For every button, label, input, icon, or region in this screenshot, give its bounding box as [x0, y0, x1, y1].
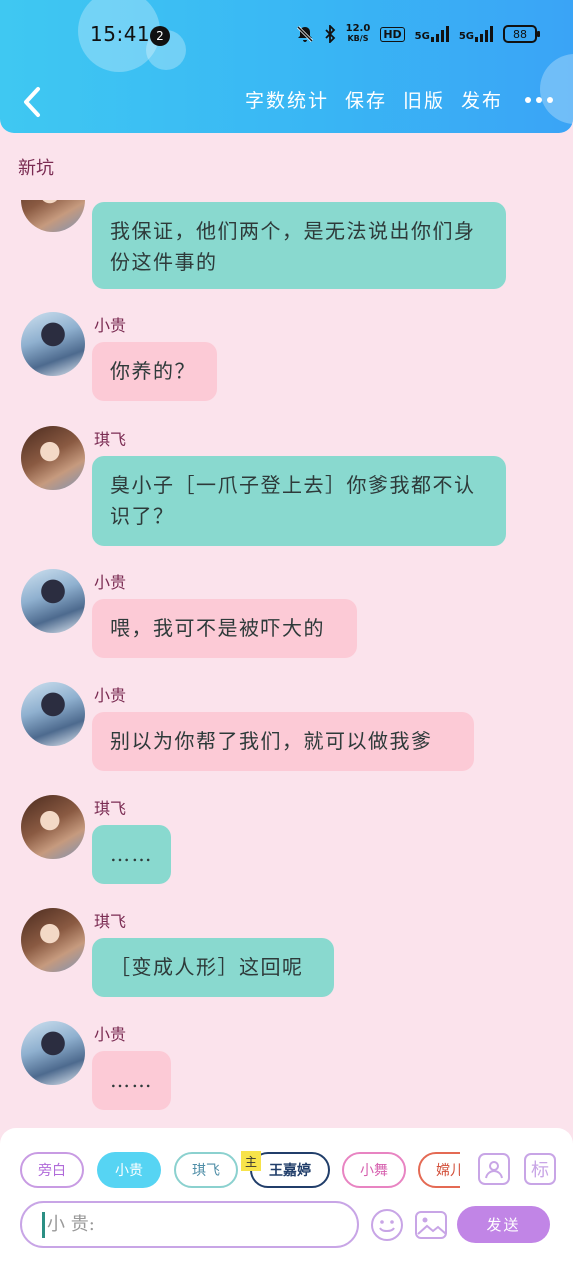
bluetooth-icon	[324, 25, 335, 43]
character-manage-button[interactable]	[478, 1153, 510, 1185]
text-caret	[42, 1211, 45, 1238]
message-input-box[interactable]	[20, 1201, 359, 1248]
message-bubble[interactable]: 臭小子［一爪子登上去］你爹我都不认识了？	[92, 456, 506, 546]
character-chip-narration[interactable]: 旁白	[20, 1152, 84, 1188]
message-bubble[interactable]: 别以为你帮了我们，就可以做我爹	[92, 712, 474, 771]
chat-area[interactable]: 我保证，他们两个，是无法说出你们身份这件事的 小贵 你养的？ 琪飞 臭小子［一爪…	[0, 200, 573, 1122]
status-time: 15:41	[90, 22, 151, 46]
more-icon[interactable]	[519, 96, 559, 103]
old-version-button[interactable]: 旧版	[403, 86, 445, 113]
message-bubble[interactable]: 喂，我可不是被吓大的	[92, 599, 357, 658]
character-chip-wangjiating[interactable]: 王嘉婷	[250, 1152, 330, 1188]
hd-icon: HD	[380, 26, 405, 42]
message-bubble[interactable]: 我保证，他们两个，是无法说出你们身份这件事的	[92, 202, 506, 289]
message-bubble[interactable]: ……	[92, 825, 171, 884]
person-icon	[485, 1161, 503, 1179]
network-speed: 12.0 KB/S	[346, 24, 371, 44]
avatar[interactable]	[21, 682, 85, 746]
speaker-name: 琪飞	[94, 912, 127, 931]
back-arrow-icon[interactable]	[18, 84, 46, 120]
avatar[interactable]	[21, 312, 85, 376]
word-count-button[interactable]: 字数统计	[245, 86, 329, 113]
character-chip-qifei[interactable]: 琪飞	[174, 1152, 238, 1188]
battery-icon: 88	[503, 25, 540, 43]
publish-button[interactable]: 发布	[461, 86, 503, 113]
avatar[interactable]	[21, 426, 85, 490]
send-button[interactable]: 发送	[457, 1206, 550, 1243]
chapter-title: 新坑	[18, 158, 54, 179]
header-actions: 字数统计 保存 旧版 发布	[245, 86, 559, 113]
signal-icon: 5G	[459, 26, 493, 42]
avatar[interactable]	[21, 1021, 85, 1085]
label-button[interactable]: 标	[524, 1153, 556, 1185]
speaker-name: 小贵	[94, 573, 127, 592]
speaker-name: 小贵	[94, 1025, 127, 1044]
message-bubble[interactable]: 你养的？	[92, 342, 217, 401]
app-header: 15:41 2 12.0 KB/S HD 5G 5G 88 字数统计 保存 旧版…	[0, 0, 573, 133]
character-chip-xiaogui[interactable]: 小贵	[97, 1152, 161, 1188]
signal-label: 5G	[458, 31, 474, 42]
signal-icon: 5G	[415, 26, 449, 42]
emoji-icon[interactable]	[370, 1208, 404, 1242]
speaker-name: 小贵	[94, 316, 127, 335]
notification-badge: 2	[150, 26, 170, 46]
avatar[interactable]	[21, 569, 85, 633]
character-selector[interactable]: 旁白 小贵 琪飞 王嘉婷 小舞 嫦儿	[20, 1152, 460, 1188]
character-chip-can[interactable]: 嫦儿	[418, 1152, 460, 1188]
save-button[interactable]: 保存	[345, 86, 387, 113]
speaker-name: 琪飞	[94, 799, 127, 818]
message-bubble[interactable]: ［变成人形］这回呢	[92, 938, 334, 997]
speaker-name: 琪飞	[94, 430, 127, 449]
mute-bell-icon	[296, 25, 313, 43]
message-bubble[interactable]: ……	[92, 1051, 171, 1110]
status-icons: 12.0 KB/S HD 5G 5G 88	[296, 24, 540, 44]
main-character-tag: 主	[241, 1151, 261, 1171]
image-icon[interactable]	[414, 1208, 448, 1242]
network-speed-value: 12.0	[345, 23, 371, 34]
network-speed-unit: KB/S	[347, 34, 369, 43]
avatar[interactable]	[21, 908, 85, 972]
avatar[interactable]	[21, 200, 85, 232]
message-input[interactable]	[47, 1214, 327, 1235]
avatar[interactable]	[21, 795, 85, 859]
character-chip-xiaowu[interactable]: 小舞	[342, 1152, 406, 1188]
speaker-name: 小贵	[94, 686, 127, 705]
signal-label: 5G	[414, 31, 430, 42]
